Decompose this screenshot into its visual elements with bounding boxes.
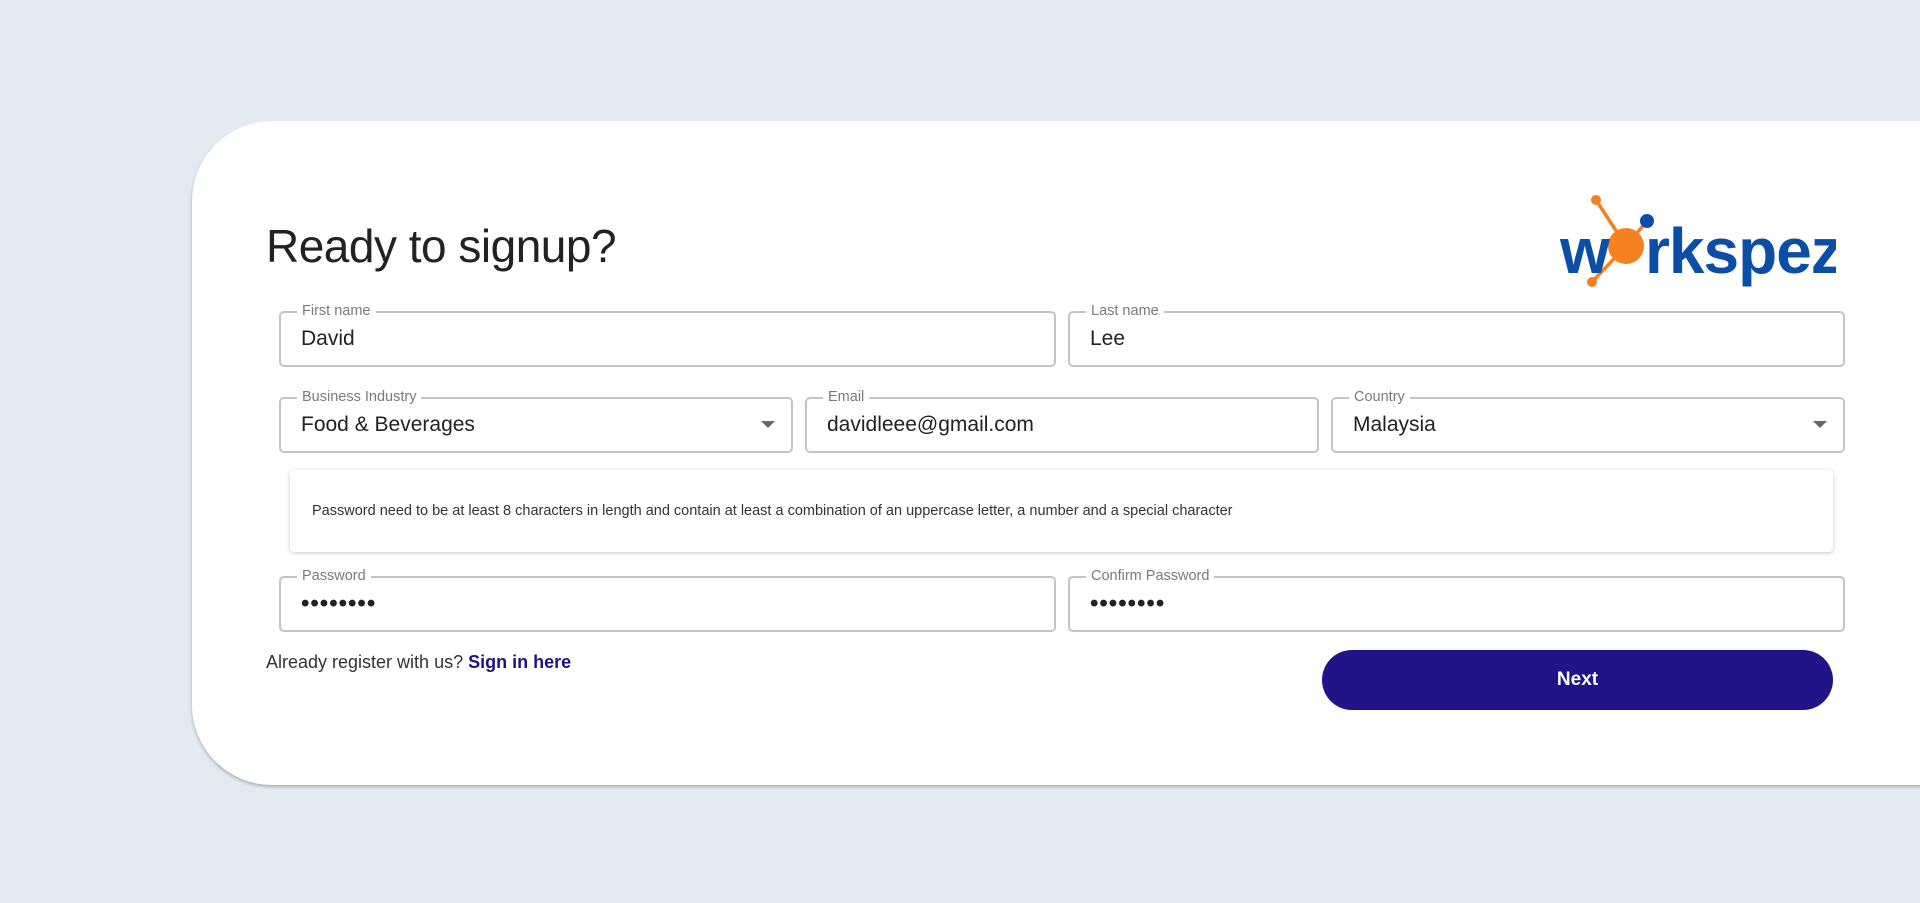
password-requirements-text: Password need to be at least 8 character… — [312, 503, 1233, 519]
svg-text:w: w — [1560, 215, 1610, 287]
signin-prompt: Already register with us? Sign in here — [266, 652, 571, 673]
confirm-password-field[interactable]: Confirm Password •••••••• — [1068, 568, 1845, 632]
business-industry-value[interactable]: Food & Beverages — [301, 399, 475, 451]
business-industry-select[interactable]: Business Industry Food & Beverages — [279, 389, 793, 453]
chevron-down-icon[interactable] — [1813, 421, 1827, 428]
email-field[interactable]: Email davidleee@gmail.com — [805, 389, 1319, 453]
password-value[interactable]: •••••••• — [301, 578, 376, 630]
password-field[interactable]: Password •••••••• — [279, 568, 1056, 632]
signin-prompt-text: Already register with us? — [266, 652, 464, 672]
chevron-down-icon[interactable] — [761, 421, 775, 428]
first-name-value[interactable]: David — [301, 313, 355, 365]
workspez-logo: w rkspez — [1560, 195, 1836, 287]
country-value[interactable]: Malaysia — [1353, 399, 1436, 451]
country-select[interactable]: Country Malaysia — [1331, 389, 1845, 453]
first-name-field[interactable]: First name David — [279, 303, 1056, 367]
last-name-value[interactable]: Lee — [1090, 313, 1125, 365]
password-requirements-notice: Password need to be at least 8 character… — [290, 470, 1833, 552]
next-button[interactable]: Next — [1322, 650, 1833, 710]
email-value[interactable]: davidleee@gmail.com — [827, 399, 1034, 451]
page-title: Ready to signup? — [266, 220, 617, 272]
last-name-field[interactable]: Last name Lee — [1068, 303, 1845, 367]
signin-link[interactable]: Sign in here — [468, 652, 571, 672]
svg-text:rkspez: rkspez — [1645, 215, 1836, 287]
confirm-password-value[interactable]: •••••••• — [1090, 578, 1165, 630]
